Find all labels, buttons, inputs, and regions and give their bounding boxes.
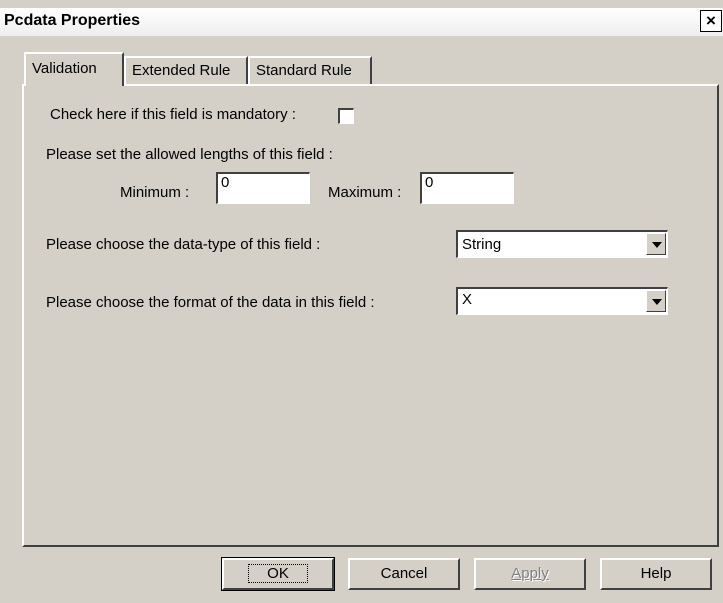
minimum-label: Minimum : [120,184,190,201]
tab-extended-rule[interactable]: Extended Rule [124,56,248,84]
maximum-label: Maximum : [328,184,402,201]
minimum-input[interactable]: 0 [216,172,310,204]
apply-button[interactable]: Apply [474,558,586,590]
minimum-value: 0 [221,174,230,191]
close-icon[interactable]: × [700,10,722,32]
datatype-select[interactable]: String [456,230,668,258]
window-title: Pcdata Properties [4,12,141,29]
maximum-input[interactable]: 0 [420,172,514,204]
tab-standard-rule[interactable]: Standard Rule [248,56,372,84]
tab-validation[interactable]: Validation [24,52,124,86]
datatype-label: Please choose the data-type of this fiel… [46,236,321,253]
properties-dialog: Pcdata Properties × Validation Extended … [0,0,723,603]
format-select[interactable]: X [456,287,668,315]
title-bar[interactable]: Pcdata Properties × [0,8,723,36]
apply-button-label: Apply [511,565,549,582]
format-selected-value: X [462,291,473,308]
length-label: Please set the allowed lengths of this f… [46,146,333,163]
help-button[interactable]: Help [600,558,712,590]
mandatory-checkbox[interactable] [338,108,354,124]
chevron-down-icon[interactable] [646,290,666,312]
mandatory-label: Check here if this field is mandatory : [50,106,296,123]
datatype-selected-value: String [462,236,502,253]
maximum-value: 0 [425,174,434,191]
ok-button[interactable]: OK [221,557,335,591]
chevron-down-icon[interactable] [646,233,666,255]
ok-button-label: OK [248,564,308,583]
format-label: Please choose the format of the data in … [46,294,375,311]
cancel-button[interactable]: Cancel [348,558,460,590]
